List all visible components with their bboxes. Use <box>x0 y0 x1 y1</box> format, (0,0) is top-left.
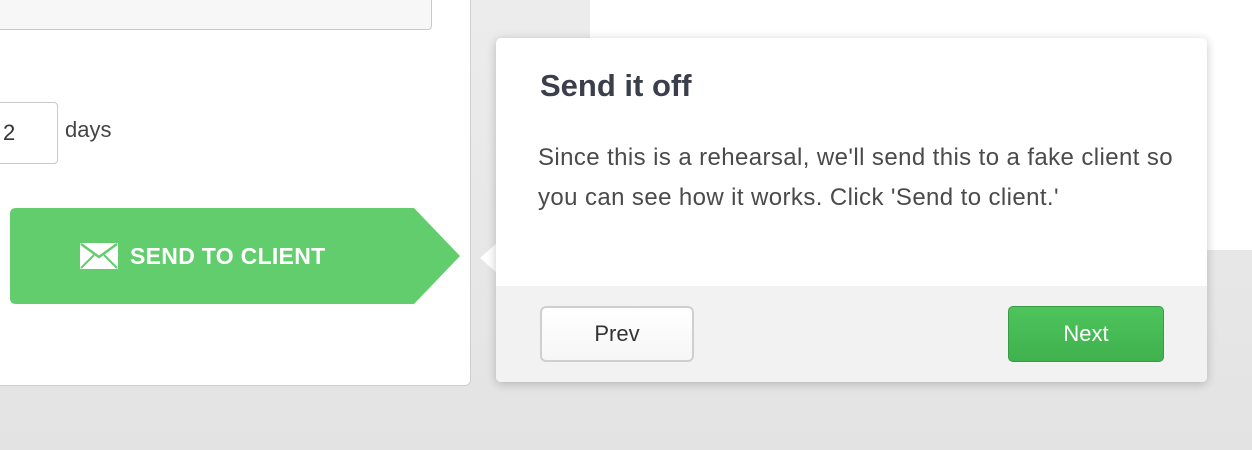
popover-title: Send it off <box>540 68 692 103</box>
days-input[interactable]: 2 <box>0 102 58 164</box>
prev-button[interactable]: Prev <box>540 306 694 362</box>
form-card <box>0 0 471 386</box>
top-input-field[interactable] <box>0 0 432 30</box>
popover-body: Since this is a rehearsal, we'll send th… <box>538 144 1174 211</box>
send-to-client-button[interactable]: SEND TO CLIENT <box>10 208 460 304</box>
popover-arrow <box>480 242 498 274</box>
screen: 2 days SEND TO CLIENT Send it off Since … <box>0 0 1252 450</box>
tour-popover: Send it off Since this is a rehearsal, w… <box>496 38 1207 382</box>
send-button-label: SEND TO CLIENT <box>130 242 326 269</box>
popover-footer: Prev Next <box>496 286 1207 382</box>
envelope-icon <box>80 243 118 269</box>
next-button[interactable]: Next <box>1008 306 1164 362</box>
days-label: days <box>65 117 112 142</box>
